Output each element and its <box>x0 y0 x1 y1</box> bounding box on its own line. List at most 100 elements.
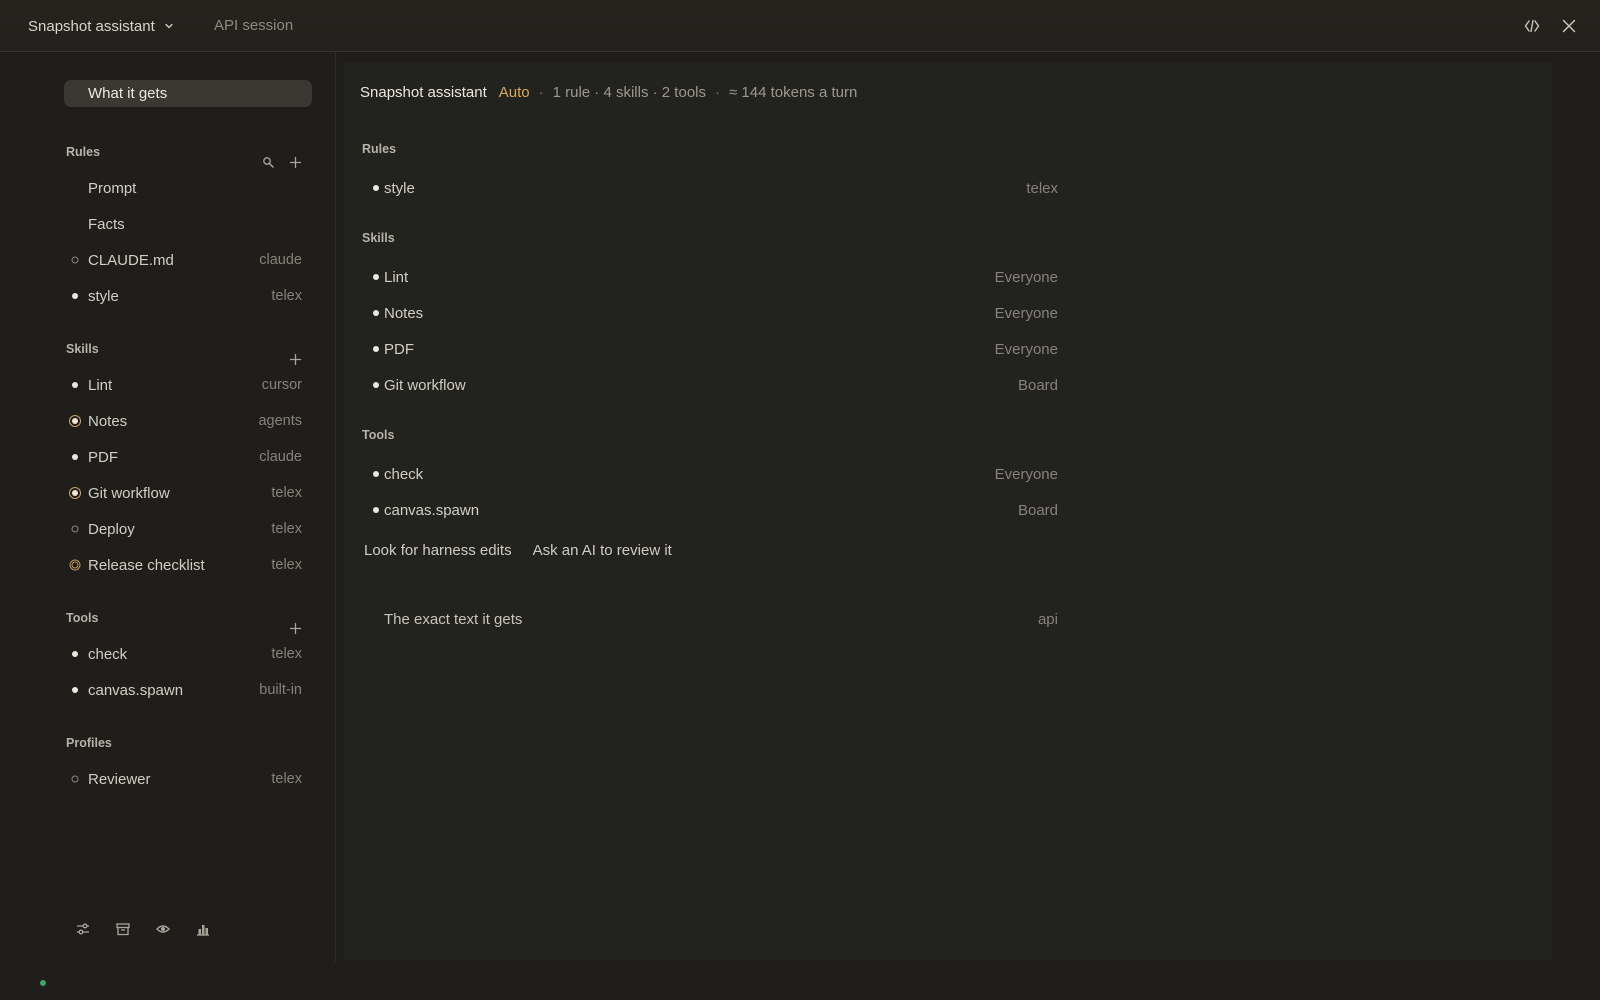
tools-section: Tools check telex canvas.spawn built-in <box>66 608 314 708</box>
sidebar-item-what-it-gets[interactable]: What it gets <box>64 80 312 107</box>
item-source: telex <box>271 485 302 501</box>
item-source: claude <box>259 449 302 465</box>
ask-ai-review-button[interactable]: Ask an AI to review it <box>533 542 672 559</box>
add-skill-icon[interactable] <box>289 353 302 366</box>
item-name: check <box>384 465 424 483</box>
item-name: PDF <box>384 340 414 358</box>
main-panel: Snapshot assistant Auto · 1 rule · 4 ski… <box>344 62 1552 960</box>
item-scope: Board <box>1017 501 1058 519</box>
add-tool-icon[interactable] <box>289 622 302 635</box>
active-dot-icon <box>373 346 379 352</box>
mode-badge[interactable]: Auto <box>499 84 530 101</box>
item-name: check <box>88 645 128 663</box>
item-name: Git workflow <box>88 484 170 502</box>
active-dot-icon <box>373 185 379 191</box>
item-name: PDF <box>88 448 118 466</box>
active-dot-icon <box>373 310 379 316</box>
pending-ring-icon <box>69 559 81 571</box>
list-item[interactable]: canvas.spawn Board <box>362 492 1058 528</box>
title-bar: Snapshot assistant API session <box>0 0 1600 52</box>
summary-counts: 1 rule · 4 skills · 2 tools <box>552 83 706 101</box>
connection-status-dot <box>40 980 46 986</box>
item-name: Reviewer <box>88 770 151 788</box>
tools-heading: Tools <box>66 611 99 625</box>
list-item[interactable]: Notes Everyone <box>362 295 1058 331</box>
look-for-harness-edits-button[interactable]: Look for harness edits <box>364 542 512 559</box>
item-source: telex <box>271 288 302 304</box>
active-dot-icon <box>373 471 379 477</box>
sidebar-item-claude-md[interactable]: CLAUDE.md claude <box>66 242 314 278</box>
code-toggle-icon[interactable] <box>1520 14 1544 38</box>
item-source: telex <box>271 771 302 787</box>
item-source: cursor <box>261 377 302 393</box>
item-source: telex <box>271 646 302 662</box>
sidebar-item-git-workflow[interactable]: Git workflow telex <box>66 475 314 511</box>
rules-section: Rules Prompt Facts CLAUDE.md claude styl… <box>66 142 314 314</box>
item-name: Facts <box>88 215 125 233</box>
sidebar-item-style[interactable]: style telex <box>66 278 314 314</box>
sidebar-item-canvas-spawn[interactable]: canvas.spawn built-in <box>66 672 314 708</box>
sidebar-item-reviewer[interactable]: Reviewer telex <box>66 761 314 797</box>
sidebar-item-release-checklist[interactable]: Release checklist telex <box>66 547 314 583</box>
item-name: style <box>88 287 119 305</box>
skills-heading: Skills <box>66 342 99 356</box>
add-rule-icon[interactable] <box>289 156 302 169</box>
sidebar-toolbar <box>76 922 210 936</box>
item-scope: Everyone <box>994 268 1058 286</box>
archive-icon[interactable] <box>116 922 130 936</box>
item-name: CLAUDE.md <box>88 251 174 269</box>
search-icon[interactable] <box>262 156 275 169</box>
tools-heading: Tools <box>362 428 395 442</box>
item-name: Lint <box>88 376 113 394</box>
exact-text-source: api <box>1037 610 1058 628</box>
active-dot-icon <box>72 687 78 693</box>
item-scope: Everyone <box>994 304 1058 322</box>
item-scope: Board <box>1017 376 1058 394</box>
item-source: built-in <box>259 682 302 698</box>
assistant-switcher[interactable]: Snapshot assistant <box>28 15 175 37</box>
item-name: style <box>384 179 415 197</box>
active-dot-icon <box>373 507 379 513</box>
item-source: claude <box>259 252 302 268</box>
sidebar-item-pdf[interactable]: PDF claude <box>66 439 314 475</box>
close-icon[interactable] <box>1557 14 1581 38</box>
sidebar-item-deploy[interactable]: Deploy telex <box>66 511 314 547</box>
sidebar-item-notes[interactable]: Notes agents <box>66 403 314 439</box>
active-dot-icon <box>72 651 78 657</box>
active-dot-icon <box>72 382 78 388</box>
exact-text-row[interactable]: The exact text it gets api <box>384 607 1058 631</box>
summary-line: Snapshot assistant Auto · 1 rule · 4 ski… <box>360 80 857 104</box>
sidebar-item-lint[interactable]: Lint cursor <box>66 367 314 403</box>
main-skills-section: Skills Lint Everyone Notes Everyone PDF … <box>362 229 1058 403</box>
eye-icon[interactable] <box>156 922 170 936</box>
item-scope: Everyone <box>994 340 1058 358</box>
item-name: Release checklist <box>88 556 205 574</box>
list-item[interactable]: Git workflow Board <box>362 367 1058 403</box>
list-item[interactable]: style telex <box>362 170 1058 206</box>
main-rules-section: Rules style telex <box>362 140 1058 206</box>
item-name: Notes <box>384 304 424 322</box>
sidebar-item-facts[interactable]: Facts <box>66 206 314 242</box>
inactive-dot-icon <box>71 525 79 533</box>
active-dot-icon <box>72 293 78 299</box>
sidebar-item-prompt[interactable]: Prompt <box>66 170 314 206</box>
list-item[interactable]: Lint Everyone <box>362 259 1058 295</box>
profiles-heading: Profiles <box>66 736 112 750</box>
inactive-dot-icon <box>71 256 79 264</box>
item-name: Notes <box>88 412 128 430</box>
sidebar-item-check[interactable]: check telex <box>66 636 314 672</box>
item-source: telex <box>271 557 302 573</box>
highlighted-dot-icon <box>69 415 81 427</box>
sliders-icon[interactable] <box>76 922 90 936</box>
item-source: telex <box>271 521 302 537</box>
token-estimate: ≈ 144 tokens a turn <box>729 83 858 101</box>
list-item[interactable]: check Everyone <box>362 456 1058 492</box>
active-dot-icon <box>373 274 379 280</box>
session-tab[interactable]: API session <box>214 17 293 34</box>
exact-text-label: The exact text it gets <box>384 610 523 628</box>
list-item[interactable]: PDF Everyone <box>362 331 1058 367</box>
profiles-section: Profiles Reviewer telex <box>66 733 314 797</box>
main-tools-section: Tools check Everyone canvas.spawn Board <box>362 426 1058 528</box>
review-actions: Look for harness edits Ask an AI to revi… <box>364 542 672 559</box>
chart-icon[interactable] <box>196 922 210 936</box>
